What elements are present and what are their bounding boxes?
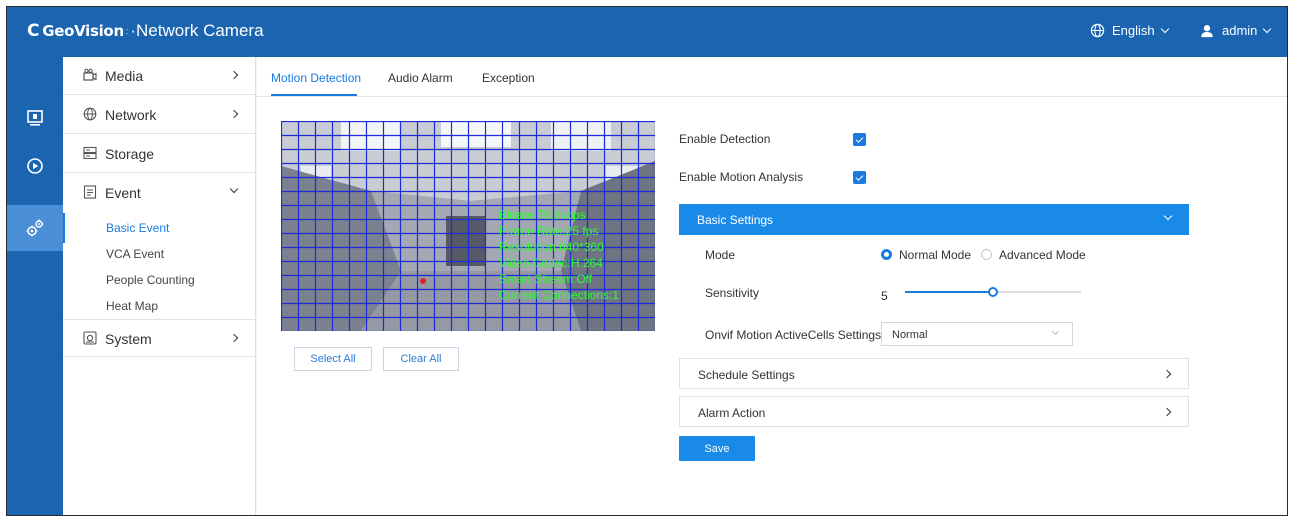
chevron-down-icon: [1051, 327, 1060, 336]
osd-video-codec: Video Codec:H.264: [499, 256, 603, 270]
nav-item-label: Media: [105, 68, 144, 84]
chevron-right-icon: [229, 70, 239, 80]
mode-label: Mode: [705, 248, 736, 262]
subnav-people-counting[interactable]: People Counting: [106, 273, 195, 287]
tab-audio-alarm[interactable]: Audio Alarm: [388, 71, 453, 85]
sensitivity-label: Sensitivity: [705, 286, 760, 300]
settings-nav: Media Network Storage Event Basic Event …: [63, 57, 256, 515]
tab-motion-detection[interactable]: Motion Detection: [271, 71, 361, 85]
app-title: ·Network Camera: [130, 21, 264, 40]
play-icon: [27, 158, 43, 174]
monitor-icon: [27, 110, 43, 126]
slider-fill: [905, 291, 993, 293]
nav-item-label: System: [105, 331, 152, 347]
brand-separator: :: [125, 26, 129, 36]
nav-item-label: Network: [105, 107, 157, 123]
nav-item-network[interactable]: Network: [63, 96, 256, 134]
save-button[interactable]: Save: [679, 436, 755, 461]
globe-icon: [1090, 23, 1105, 38]
system-icon: [83, 331, 97, 345]
settings-gears-icon: [26, 219, 44, 237]
nav-item-media[interactable]: Media: [63, 57, 256, 95]
schedule-settings-row[interactable]: Schedule Settings: [679, 358, 1189, 389]
clear-all-button[interactable]: Clear All: [383, 347, 459, 371]
globe-icon: [83, 107, 97, 121]
chevron-right-icon: [1162, 407, 1172, 417]
active-tab-underline: [271, 94, 357, 96]
tab-bar: Motion Detection Audio Alarm Exception: [257, 57, 1287, 97]
chevron-right-icon: [1162, 369, 1172, 379]
chevron-down-icon: [229, 184, 239, 194]
video-osd: Bitrate:79.5kbps Frame Rate:25 fps Resol…: [499, 207, 619, 303]
osd-frame-rate: Frame Rate:25 fps: [499, 224, 599, 238]
media-icon: [83, 68, 97, 81]
sensitivity-value: 5: [881, 289, 888, 303]
brand: C GeoVision : ·Network Camera: [27, 21, 264, 41]
chevron-right-icon: [229, 109, 239, 119]
event-icon: [83, 185, 97, 199]
user-label: admin: [1222, 23, 1258, 38]
chevron-down-icon: [1163, 211, 1173, 221]
rail-item-settings[interactable]: [7, 205, 63, 251]
subnav-vca-event[interactable]: VCA Event: [106, 247, 164, 261]
user-icon: [1201, 24, 1213, 37]
enable-motion-analysis-checkbox[interactable]: [853, 171, 866, 184]
osd-connections: Current Connections:1: [499, 288, 620, 302]
app-window: C GeoVision : ·Network Camera English adm…: [6, 6, 1288, 516]
enable-motion-analysis-label: Enable Motion Analysis: [679, 170, 804, 184]
rail-item-playback[interactable]: [7, 143, 63, 189]
enable-detection-checkbox[interactable]: [853, 133, 866, 146]
chevron-down-icon: [1160, 24, 1169, 33]
alarm-action-row[interactable]: Alarm Action: [679, 396, 1189, 427]
language-selector[interactable]: English: [1090, 23, 1169, 38]
top-bar: C GeoVision : ·Network Camera English adm…: [7, 7, 1287, 57]
nav-item-storage[interactable]: Storage: [63, 135, 256, 173]
enable-detection-label: Enable Detection: [679, 132, 771, 146]
camera-preview[interactable]: Bitrate:79.5kbps Frame Rate:25 fps Resol…: [281, 121, 655, 331]
nav-item-event[interactable]: Event: [63, 174, 256, 212]
basic-settings-title: Basic Settings: [697, 213, 774, 227]
left-rail: [7, 57, 63, 515]
osd-bitrate: Bitrate:79.5kbps: [499, 208, 586, 222]
chevron-down-icon: [1263, 24, 1272, 33]
subnav-heat-map[interactable]: Heat Map: [106, 299, 158, 313]
osd-smart-stream: Smart Stream:Off: [499, 272, 593, 286]
nav-item-label: Storage: [105, 146, 155, 162]
normal-mode-radio[interactable]: [881, 249, 892, 260]
nav-item-system[interactable]: System: [63, 319, 256, 357]
onvif-settings-select[interactable]: Normal: [881, 322, 1073, 346]
advanced-mode-label[interactable]: Advanced Mode: [999, 248, 1086, 262]
tab-exception[interactable]: Exception: [482, 71, 535, 85]
osd-resolution: Resolution:640*360: [499, 240, 604, 254]
advanced-mode-radio[interactable]: [981, 249, 992, 260]
alarm-action-title: Alarm Action: [698, 406, 766, 420]
onvif-selected-value: Normal: [892, 329, 928, 341]
active-indicator: [63, 213, 65, 243]
basic-settings-header[interactable]: Basic Settings: [679, 204, 1189, 235]
select-all-button[interactable]: Select All: [294, 347, 372, 371]
normal-mode-label[interactable]: Normal Mode: [899, 248, 971, 262]
subnav-basic-event[interactable]: Basic Event: [106, 221, 169, 235]
slider-thumb[interactable]: [988, 287, 998, 297]
brand-logo: C GeoVision: [27, 21, 124, 41]
onvif-settings-label: Onvif Motion ActiveCells Settings: [705, 328, 882, 342]
user-menu[interactable]: admin: [1200, 23, 1272, 38]
sensitivity-slider[interactable]: [905, 287, 1081, 297]
main-content: Motion Detection Audio Alarm Exception B…: [257, 57, 1287, 515]
rail-item-live-view[interactable]: [7, 95, 63, 141]
chevron-right-icon: [229, 333, 239, 343]
nav-item-label: Event: [105, 185, 141, 201]
language-label: English: [1112, 23, 1155, 38]
schedule-settings-title: Schedule Settings: [698, 368, 795, 382]
storage-icon: [83, 146, 97, 160]
